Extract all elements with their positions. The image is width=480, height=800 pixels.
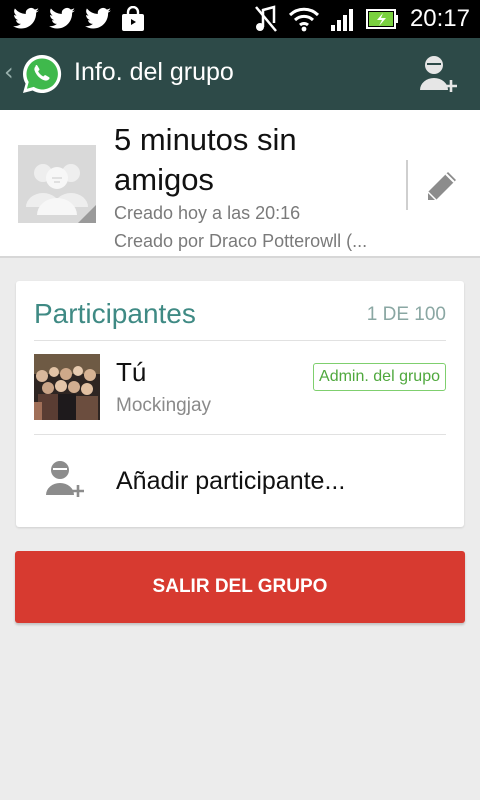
add-person-icon (46, 461, 84, 497)
pencil-icon[interactable] (422, 166, 462, 206)
whatsapp-logo[interactable] (20, 52, 64, 96)
signal-icon (330, 9, 353, 31)
participant-status: Mockingjay (116, 395, 212, 416)
group-created-date: Creado hoy a las 20:16 (114, 203, 301, 223)
system-icons: 20:17 (254, 4, 470, 34)
twitter-icon (13, 7, 39, 29)
battery-charging-icon (365, 9, 398, 29)
twitter-icon (49, 7, 75, 29)
participants-title: Participantes (34, 298, 196, 329)
leave-group-button[interactable]: SALIR DEL GRUPO (15, 551, 465, 623)
clock: 20:17 (409, 5, 470, 32)
group-photo-image (34, 354, 100, 420)
participants-card: Participantes 1 DE 100 Tú Mockingjay Adm… (16, 281, 464, 527)
divider (34, 340, 446, 341)
participant-avatar[interactable] (34, 354, 100, 420)
add-contact-icon[interactable] (416, 52, 460, 96)
participants-count: 1 DE 100 (366, 304, 446, 325)
add-participant-label: Añadir participante... (116, 467, 346, 495)
admin-badge: Admin. del grupo (313, 363, 446, 391)
group-avatar[interactable] (18, 145, 96, 223)
page-title: Info. del grupo (74, 58, 234, 86)
action-bar: ‹ Info. del grupo (0, 38, 480, 110)
group-name: 5 minutos sin amigos (114, 122, 297, 197)
shopping-bag-icon (122, 6, 144, 31)
back-icon[interactable]: ‹ (4, 58, 14, 86)
add-participant-button[interactable]: Añadir participante... (16, 435, 464, 527)
group-created-by: Creado por Draco Potterowll (... (114, 231, 368, 251)
wifi-icon (288, 7, 319, 32)
participant-name: Tú (116, 357, 147, 387)
status-bar: 20:17 (0, 0, 480, 38)
header-divider (406, 160, 408, 210)
twitter-icon (85, 7, 111, 29)
mute-icon (254, 5, 277, 32)
group-header: 5 minutos sin amigos Creado hoy a las 20… (0, 110, 480, 258)
notification-icons (12, 6, 146, 32)
group-placeholder-icon (18, 145, 96, 223)
